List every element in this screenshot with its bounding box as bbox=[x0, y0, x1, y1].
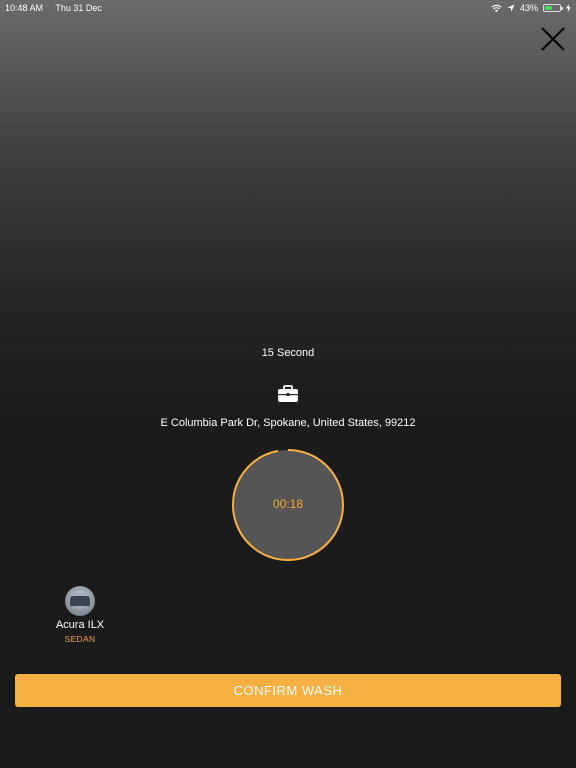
status-right: 43% bbox=[491, 0, 571, 16]
status-date: Thu 31 Dec bbox=[55, 3, 102, 13]
confirm-wash-button[interactable]: CONFIRM WASH bbox=[15, 674, 561, 707]
wash-duration: 15 Second bbox=[261, 347, 315, 359]
wash-address: E Columbia Park Dr, Spokane, United Stat… bbox=[160, 417, 416, 429]
vehicle-avatar bbox=[65, 586, 95, 616]
countdown-timer: 00:18 bbox=[231, 448, 345, 562]
battery-percent: 43% bbox=[519, 3, 538, 13]
timer-text: 00:18 bbox=[272, 497, 304, 511]
vehicle-card[interactable]: Acura ILX SEDAN bbox=[40, 586, 120, 644]
briefcase-icon bbox=[278, 385, 298, 402]
vehicle-name: Acura ILX bbox=[55, 619, 105, 631]
close-button[interactable] bbox=[538, 24, 568, 54]
car-body bbox=[70, 596, 90, 606]
vehicle-type: SEDAN bbox=[64, 634, 96, 644]
battery-icon bbox=[543, 4, 563, 12]
status-left: 10:48 AM Thu 31 Dec bbox=[5, 0, 112, 16]
status-bar: 10:48 AM Thu 31 Dec 43% bbox=[0, 0, 576, 16]
close-icon bbox=[541, 27, 565, 51]
wifi-icon bbox=[491, 4, 502, 12]
charging-bolt-icon bbox=[566, 4, 571, 12]
location-arrow-icon bbox=[507, 4, 515, 12]
battery-fill bbox=[545, 6, 552, 10]
status-time: 10:48 AM bbox=[5, 3, 44, 13]
